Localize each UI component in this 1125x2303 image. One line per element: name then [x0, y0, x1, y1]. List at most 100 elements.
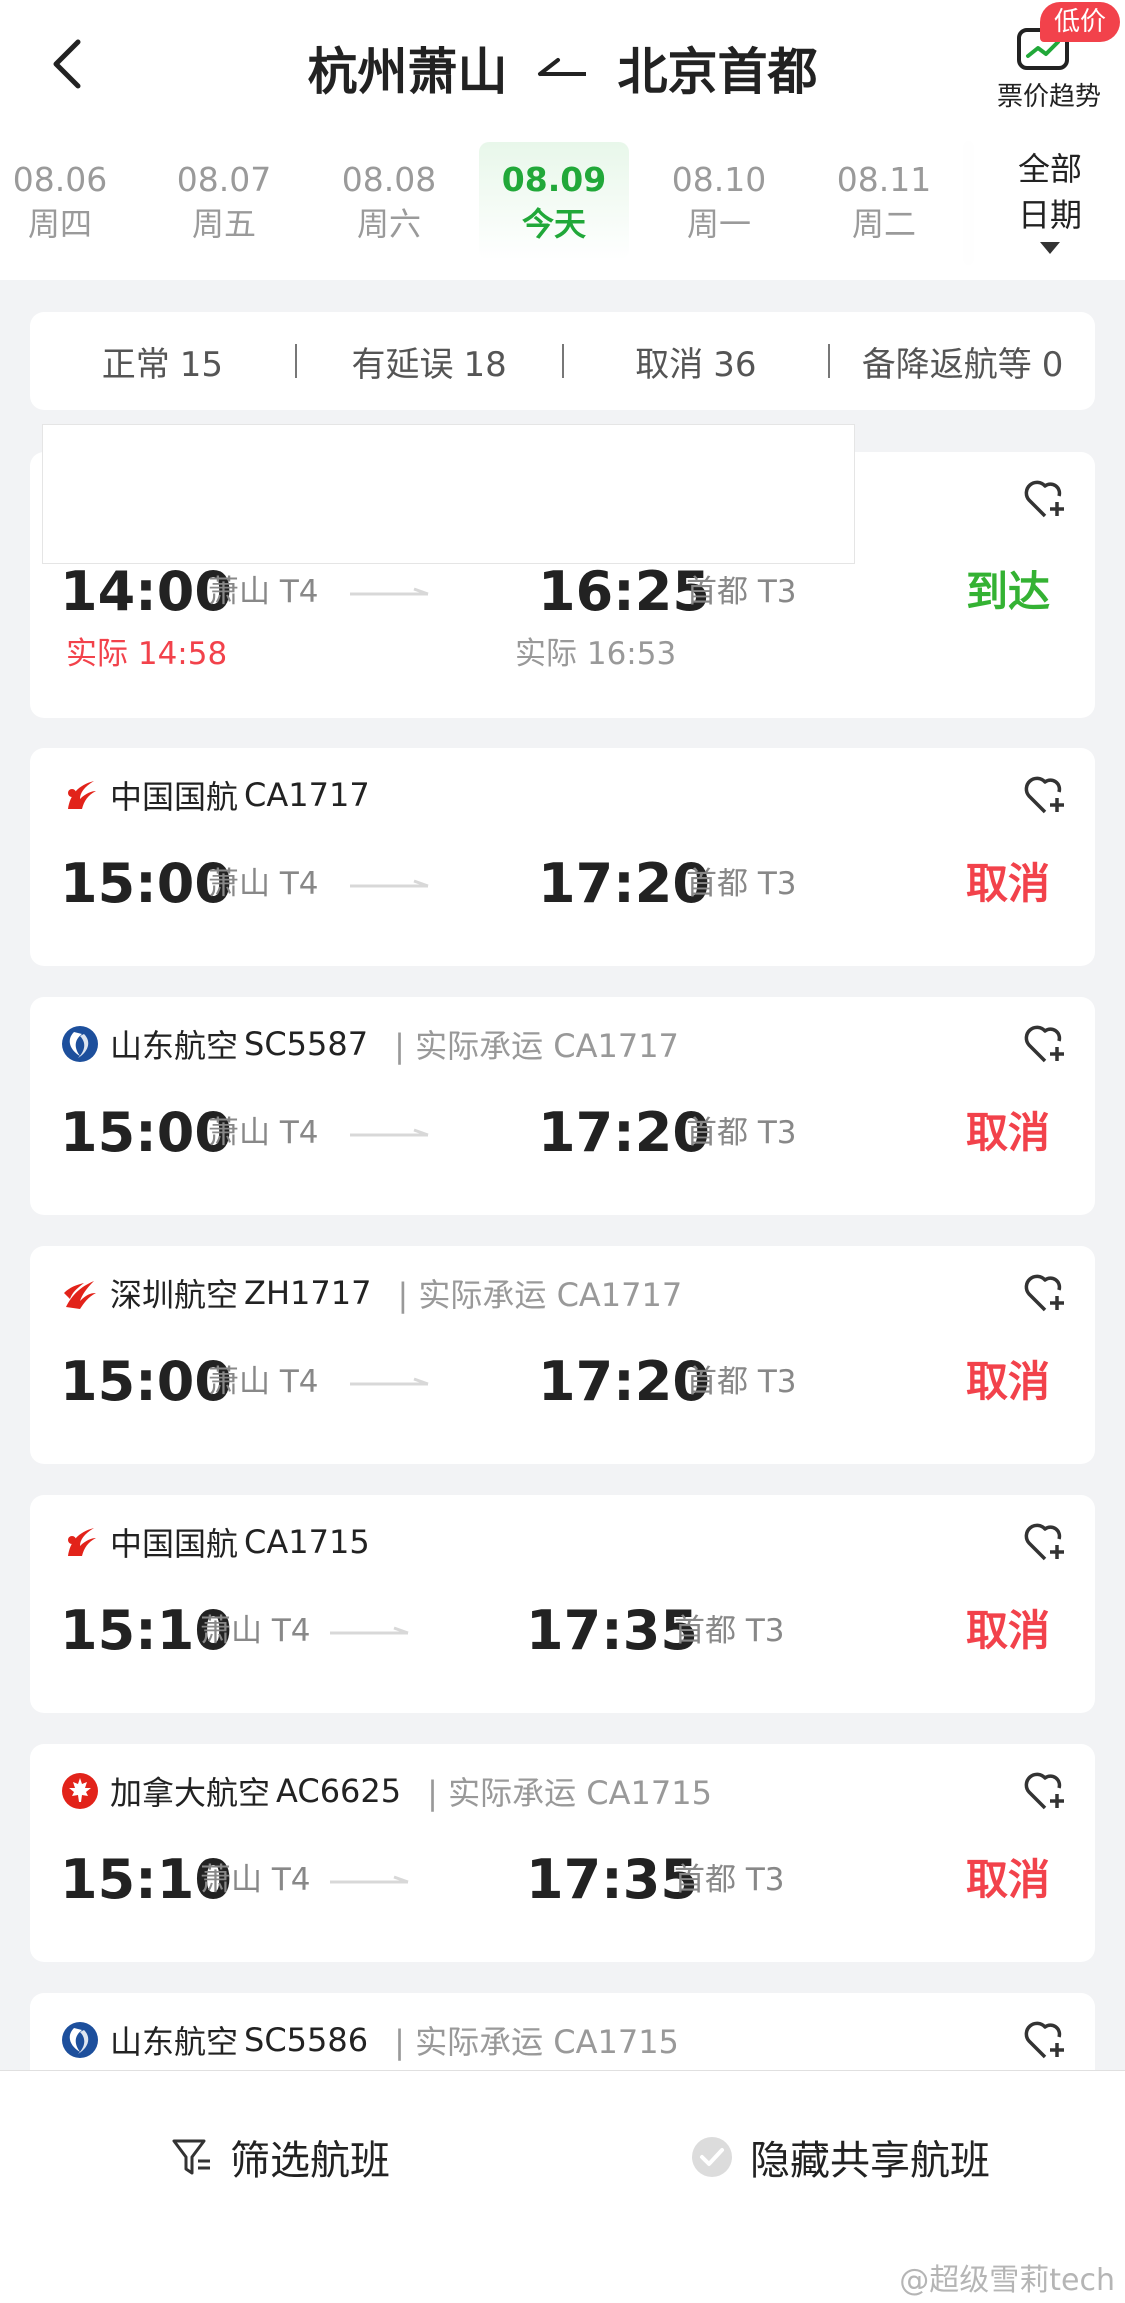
summary-label: 有延误 — [351, 344, 454, 385]
flight-number: SC5587 — [244, 1025, 369, 1063]
date-label: 08.11 — [836, 160, 932, 199]
airline-name: 中国国航 — [110, 1525, 239, 1563]
hide-shared-flights-toggle[interactable]: 隐藏共享航班 — [690, 2127, 990, 2187]
flight-direction-arrow-icon — [350, 1377, 429, 1386]
favorite-add-icon[interactable] — [1021, 1021, 1069, 1065]
flight-direction-arrow-icon — [330, 1626, 409, 1635]
flight-number: ZH1717 — [244, 1274, 372, 1312]
hide-shared-label: 隐藏共享航班 — [750, 2138, 990, 2184]
all-dates-button[interactable]: 全部 日期 — [988, 146, 1112, 270]
shenzhen-airlines-logo-icon — [64, 1281, 96, 1309]
date-label: 08.10 — [671, 160, 767, 199]
status-summary: 正常 15 有延误 18 取消 36 备降返航等 0 — [30, 312, 1095, 410]
shandong-airlines-logo-icon — [62, 2022, 98, 2058]
flight-direction-arrow-icon — [330, 1875, 409, 1884]
air-china-logo-icon — [68, 781, 96, 809]
flight-card[interactable]: 深圳航空 ZH1717 实际承运 CA1717 15:00 萧山 T4 17:2… — [30, 1246, 1095, 1464]
low-price-badge: 低价 — [1040, 2, 1121, 42]
summary-diverted[interactable]: 备降返航等 0 — [830, 337, 1095, 386]
flight-direction-arrow-icon — [350, 1128, 429, 1137]
date-strip[interactable]: 08.06 周四 08.07 周五 08.08 周六 08.09 今天 08.1… — [0, 142, 975, 272]
departure-terminal: 萧山 T4 — [200, 1613, 311, 1649]
date-tab[interactable]: 08.06 周四 — [0, 142, 135, 260]
date-label: 08.08 — [341, 160, 437, 199]
status-arrived: 到达 — [965, 567, 1050, 616]
status-cancelled: 取消 — [965, 859, 1050, 908]
air-china-logo-icon — [68, 1528, 96, 1556]
status-cancelled: 取消 — [965, 1855, 1050, 1904]
all-dates-label: 全部 — [1017, 150, 1082, 188]
date-tab[interactable]: 08.08 周六 — [314, 142, 464, 260]
filter-label: 筛选航班 — [230, 2138, 390, 2184]
weekday-label: 周一 — [686, 205, 751, 243]
filter-flights-button[interactable]: 筛选航班 — [170, 2127, 390, 2187]
arrival-terminal: 首都 T3 — [674, 1862, 785, 1898]
arrival-time: 17:20 — [538, 1101, 710, 1164]
departure-terminal: 萧山 T4 — [208, 574, 319, 610]
date-label: 08.07 — [176, 160, 272, 199]
flight-card[interactable]: 中国国航 CA1715 15:10 萧山 T4 17:35 首都 T3 取消 — [30, 1495, 1095, 1713]
favorite-add-icon[interactable] — [1021, 1270, 1069, 1314]
arrival-time: 17:20 — [538, 1350, 710, 1413]
date-strip-divider — [974, 138, 975, 268]
flight-card[interactable]: 加拿大航空 AC6625 实际承运 CA1715 15:10 萧山 T4 17:… — [30, 1744, 1095, 1962]
codeshare-operator: 实际承运 CA1715 — [394, 2017, 679, 2063]
date-tab[interactable]: 08.10 周一 — [644, 142, 794, 260]
arrival-terminal: 首都 T3 — [686, 1364, 797, 1400]
favorite-add-icon[interactable] — [1021, 2017, 1069, 2061]
flight-card[interactable]: 中国国航 CA1717 15:00 萧山 T4 17:20 首都 T3 取消 — [30, 748, 1095, 966]
date-tab-selected[interactable]: 08.09 今天 — [479, 142, 629, 260]
favorite-add-icon[interactable] — [1021, 1519, 1069, 1563]
codeshare-operator: 实际承运 CA1717 — [397, 1270, 682, 1316]
departure-time: 15:00 — [60, 852, 232, 915]
date-label: 08.06 — [12, 160, 108, 199]
date-tab[interactable]: 08.07 周五 — [149, 142, 299, 260]
departure-time: 15:00 — [60, 1350, 232, 1413]
weekday-label: 周六 — [356, 205, 421, 243]
flight-times-row: 15:10 萧山 T4 17:35 首都 T3 取消 — [60, 1840, 1060, 1920]
date-label: 08.09 — [501, 160, 607, 199]
summary-count: 0 — [1041, 344, 1064, 385]
filter-icon — [172, 2139, 210, 2175]
price-trend-button[interactable]: 低价 票价趋势 — [984, 0, 1121, 115]
arrival-terminal: 首都 T3 — [674, 1613, 785, 1649]
airline-name: 加拿大航空 — [110, 1774, 271, 1812]
actual-arrival: 实际 16:53 — [515, 636, 677, 672]
airline-info: 加拿大航空 AC6625 实际承运 CA1715 — [60, 1766, 712, 1816]
price-trend-label: 票价趋势 — [996, 82, 1101, 112]
shandong-airlines-logo-icon — [62, 1026, 98, 1062]
destination-city: 北京首都 — [617, 43, 818, 101]
favorite-add-icon[interactable] — [1021, 476, 1069, 520]
airline-name: 山东航空 — [110, 1027, 239, 1065]
weekday-label: 周五 — [191, 205, 256, 243]
summary-count: 36 — [713, 344, 757, 385]
arrival-terminal: 首都 T3 — [686, 1115, 797, 1151]
codeshare-operator: 实际承运 CA1715 — [427, 1768, 712, 1814]
summary-delayed[interactable]: 有延误 18 — [297, 337, 562, 386]
weekday-label: 周四 — [27, 205, 92, 243]
status-cancelled: 取消 — [965, 1357, 1050, 1406]
summary-normal[interactable]: 正常 15 — [30, 337, 295, 386]
favorite-add-icon[interactable] — [1021, 1768, 1069, 1812]
airline-info: 中国国航 CA1717 — [60, 770, 370, 820]
airline-info: 山东航空 SC5587 实际承运 CA1717 — [60, 1019, 679, 1069]
summary-label: 正常 — [101, 344, 170, 385]
caret-down-icon — [1040, 242, 1060, 254]
airline-name: 山东航空 — [110, 2023, 239, 2061]
flight-times-row: 15:00 萧山 T4 17:20 首都 T3 取消 — [60, 1093, 1060, 1173]
origin-city: 杭州萧山 — [307, 43, 508, 101]
watermark: @超级雪莉tech — [899, 2263, 1115, 2298]
departure-terminal: 萧山 T4 — [208, 1115, 319, 1151]
summary-cancelled[interactable]: 取消 36 — [564, 337, 829, 386]
flight-times-row: 15:00 萧山 T4 17:20 首都 T3 取消 — [60, 1342, 1060, 1422]
arrival-terminal: 首都 T3 — [686, 574, 797, 610]
flight-card[interactable]: 山东航空 SC5587 实际承运 CA1717 15:00 萧山 T4 17:2… — [30, 997, 1095, 1215]
date-tab[interactable]: 08.11 周二 — [809, 142, 959, 260]
status-cancelled: 取消 — [965, 1606, 1050, 1655]
flight-number: AC6625 — [276, 1772, 402, 1810]
flight-direction-arrow-icon — [350, 587, 429, 596]
arrival-time: 17:35 — [526, 1848, 698, 1911]
flight-number: SC5586 — [244, 2021, 369, 2059]
favorite-add-icon[interactable] — [1021, 772, 1069, 816]
airline-info: 中国国航 CA1715 — [60, 1517, 370, 1567]
